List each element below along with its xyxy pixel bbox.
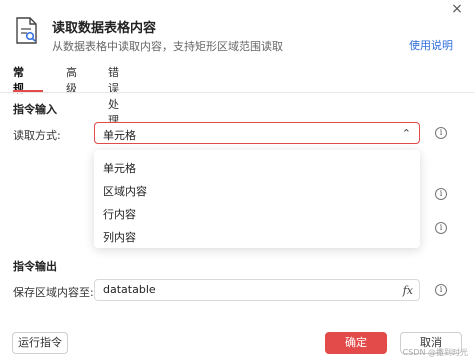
fx-icon[interactable]: fx xyxy=(403,284,413,297)
info-icon[interactable]: i xyxy=(435,284,447,296)
output-section-heading: 指令输出 xyxy=(13,260,57,273)
close-button[interactable]: × xyxy=(450,2,464,16)
dialog-subtitle: 从数据表格中读取内容，支持矩形区域范围读取 xyxy=(52,40,283,53)
dropdown-option-range[interactable]: 区域内容 xyxy=(103,183,147,199)
tabs-divider xyxy=(0,92,474,93)
ok-button[interactable]: 确定 xyxy=(325,332,387,354)
document-search-icon xyxy=(16,17,37,44)
save-field-label: 保存区域内容至: xyxy=(13,286,94,299)
help-link[interactable]: 使用说明 xyxy=(409,37,453,53)
save-variable-input[interactable]: fx xyxy=(94,279,420,301)
dropdown-option-row[interactable]: 行内容 xyxy=(103,206,136,222)
read-mode-select[interactable]: 单元格 ⌃ xyxy=(94,122,420,144)
tab-error-handling[interactable]: 错误处理 xyxy=(108,64,119,128)
read-mode-label: 读取方式: xyxy=(13,129,61,142)
run-command-button[interactable]: 运行指令 xyxy=(12,332,68,354)
dropdown-option-column[interactable]: 列内容 xyxy=(103,229,136,245)
input-section-heading: 指令输入 xyxy=(13,103,57,116)
save-variable-field[interactable] xyxy=(103,283,383,296)
chevron-up-icon: ⌃ xyxy=(401,127,411,140)
watermark: CSDN @撒到时光 xyxy=(402,348,468,357)
info-icon[interactable]: i xyxy=(435,127,447,139)
info-icon[interactable]: i xyxy=(435,222,447,234)
read-mode-selected-value: 单元格 xyxy=(103,129,136,142)
read-mode-dropdown: 单元格 区域内容 行内容 列内容 xyxy=(94,150,420,248)
info-icon[interactable]: i xyxy=(435,188,447,200)
dropdown-option-cell[interactable]: 单元格 xyxy=(103,160,136,176)
dialog-title: 读取数据表格内容 xyxy=(52,21,157,36)
